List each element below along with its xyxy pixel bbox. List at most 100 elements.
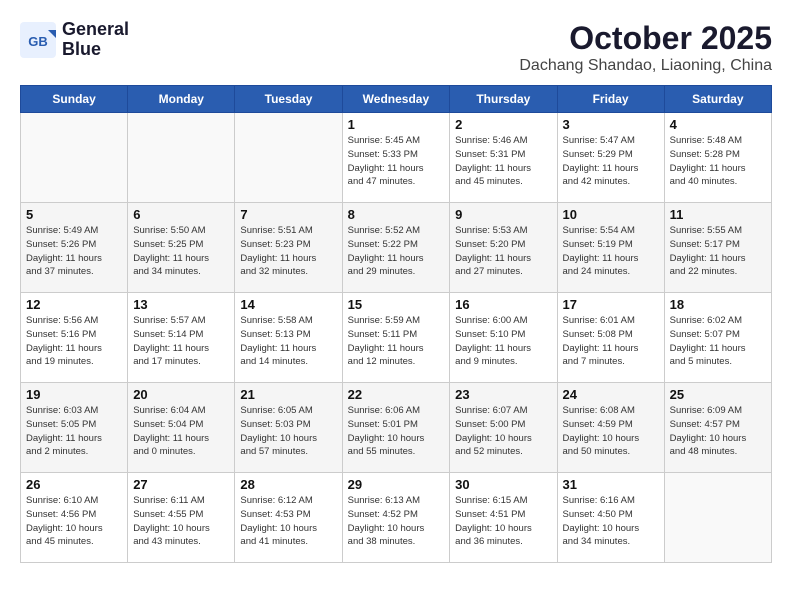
calendar-week-1: 1 Sunrise: 5:45 AM Sunset: 5:33 PM Daylig… <box>21 113 772 203</box>
day-cell-2: 2 Sunrise: 5:46 AM Sunset: 5:31 PM Daylig… <box>450 113 557 203</box>
weekday-header-sunday: Sunday <box>21 86 128 113</box>
day-number: 17 <box>563 297 659 312</box>
day-info: Sunrise: 6:09 AM Sunset: 4:57 PM Dayligh… <box>670 404 766 459</box>
logo-line1: General <box>62 20 129 40</box>
day-info: Sunrise: 5:46 AM Sunset: 5:31 PM Dayligh… <box>455 134 551 189</box>
day-number: 26 <box>26 477 122 492</box>
day-number: 19 <box>26 387 122 402</box>
day-info: Sunrise: 5:48 AM Sunset: 5:28 PM Dayligh… <box>670 134 766 189</box>
day-number: 6 <box>133 207 229 222</box>
page-header: GB General Blue October 2025 Dachang Sha… <box>20 20 772 75</box>
empty-cell <box>21 113 128 203</box>
day-info: Sunrise: 5:55 AM Sunset: 5:17 PM Dayligh… <box>670 224 766 279</box>
svg-text:GB: GB <box>28 34 48 49</box>
day-cell-4: 4Sunrise: 5:48 AM Sunset: 5:28 PM Daylig… <box>664 113 771 203</box>
day-number: 18 <box>670 297 766 312</box>
day-number: 16 <box>455 297 551 312</box>
day-number: 14 <box>240 297 336 312</box>
day-number: 3 <box>563 117 659 132</box>
day-info: Sunrise: 6:10 AM Sunset: 4:56 PM Dayligh… <box>26 494 122 549</box>
calendar-week-2: 5 Sunrise: 5:49 AM Sunset: 5:26 PM Daylig… <box>21 203 772 293</box>
day-number: 13 <box>133 297 229 312</box>
weekday-header-row: SundayMondayTuesdayWednesdayThursdayFrid… <box>21 86 772 113</box>
day-cell-17: 17 Sunrise: 6:01 AM Sunset: 5:08 PM Dayli… <box>557 293 664 383</box>
day-info: Sunrise: 5:50 AM Sunset: 5:25 PM Dayligh… <box>133 224 229 279</box>
day-cell-30: 30 Sunrise: 6:15 AM Sunset: 4:51 PM Dayli… <box>450 473 557 563</box>
day-cell-21: 21Sunrise: 6:05 AM Sunset: 5:03 PM Dayli… <box>235 383 342 473</box>
weekday-header-monday: Monday <box>128 86 235 113</box>
day-info: Sunrise: 5:45 AM Sunset: 5:33 PM Dayligh… <box>348 134 445 189</box>
day-info: Sunrise: 5:56 AM Sunset: 5:16 PM Dayligh… <box>26 314 122 369</box>
weekday-header-saturday: Saturday <box>664 86 771 113</box>
day-cell-29: 29 Sunrise: 6:13 AM Sunset: 4:52 PM Dayli… <box>342 473 450 563</box>
weekday-header-tuesday: Tuesday <box>235 86 342 113</box>
day-number: 15 <box>348 297 445 312</box>
day-info: Sunrise: 6:06 AM Sunset: 5:01 PM Dayligh… <box>348 404 445 459</box>
day-info: Sunrise: 6:07 AM Sunset: 5:00 PM Dayligh… <box>455 404 551 459</box>
calendar-week-3: 12 Sunrise: 5:56 AM Sunset: 5:16 PM Dayli… <box>21 293 772 383</box>
day-cell-31: 31 Sunrise: 6:16 AM Sunset: 4:50 PM Dayli… <box>557 473 664 563</box>
day-cell-25: 25 Sunrise: 6:09 AM Sunset: 4:57 PM Dayli… <box>664 383 771 473</box>
day-cell-5: 5 Sunrise: 5:49 AM Sunset: 5:26 PM Daylig… <box>21 203 128 293</box>
day-number: 31 <box>563 477 659 492</box>
day-number: 30 <box>455 477 551 492</box>
month-title: October 2025 <box>519 20 772 57</box>
logo: GB General Blue <box>20 20 129 60</box>
day-info: Sunrise: 5:53 AM Sunset: 5:20 PM Dayligh… <box>455 224 551 279</box>
calendar-table: SundayMondayTuesdayWednesdayThursdayFrid… <box>20 85 772 563</box>
day-number: 29 <box>348 477 445 492</box>
day-number: 11 <box>670 207 766 222</box>
day-info: Sunrise: 6:12 AM Sunset: 4:53 PM Dayligh… <box>240 494 336 549</box>
day-info: Sunrise: 5:59 AM Sunset: 5:11 PM Dayligh… <box>348 314 445 369</box>
day-number: 5 <box>26 207 122 222</box>
day-cell-3: 3 Sunrise: 5:47 AM Sunset: 5:29 PM Daylig… <box>557 113 664 203</box>
empty-cell <box>664 473 771 563</box>
day-info: Sunrise: 5:49 AM Sunset: 5:26 PM Dayligh… <box>26 224 122 279</box>
day-number: 9 <box>455 207 551 222</box>
day-number: 23 <box>455 387 551 402</box>
empty-cell <box>128 113 235 203</box>
day-number: 12 <box>26 297 122 312</box>
day-info: Sunrise: 6:00 AM Sunset: 5:10 PM Dayligh… <box>455 314 551 369</box>
title-block: October 2025 Dachang Shandao, Liaoning, … <box>519 20 772 75</box>
logo-icon: GB <box>20 22 56 58</box>
day-info: Sunrise: 6:01 AM Sunset: 5:08 PM Dayligh… <box>563 314 659 369</box>
day-cell-15: 15 Sunrise: 5:59 AM Sunset: 5:11 PM Dayli… <box>342 293 450 383</box>
day-cell-13: 13 Sunrise: 5:57 AM Sunset: 5:14 PM Dayli… <box>128 293 235 383</box>
day-cell-23: 23 Sunrise: 6:07 AM Sunset: 5:00 PM Dayli… <box>450 383 557 473</box>
day-number: 7 <box>240 207 336 222</box>
day-info: Sunrise: 6:02 AM Sunset: 5:07 PM Dayligh… <box>670 314 766 369</box>
weekday-header-friday: Friday <box>557 86 664 113</box>
day-cell-22: 22Sunrise: 6:06 AM Sunset: 5:01 PM Dayli… <box>342 383 450 473</box>
day-info: Sunrise: 6:03 AM Sunset: 5:05 PM Dayligh… <box>26 404 122 459</box>
day-cell-26: 26 Sunrise: 6:10 AM Sunset: 4:56 PM Dayli… <box>21 473 128 563</box>
day-info: Sunrise: 6:16 AM Sunset: 4:50 PM Dayligh… <box>563 494 659 549</box>
empty-cell <box>235 113 342 203</box>
day-info: Sunrise: 6:15 AM Sunset: 4:51 PM Dayligh… <box>455 494 551 549</box>
day-cell-9: 9 Sunrise: 5:53 AM Sunset: 5:20 PM Daylig… <box>450 203 557 293</box>
day-number: 8 <box>348 207 445 222</box>
day-cell-14: 14 Sunrise: 5:58 AM Sunset: 5:13 PM Dayli… <box>235 293 342 383</box>
day-info: Sunrise: 5:47 AM Sunset: 5:29 PM Dayligh… <box>563 134 659 189</box>
day-cell-16: 16 Sunrise: 6:00 AM Sunset: 5:10 PM Dayli… <box>450 293 557 383</box>
day-info: Sunrise: 5:57 AM Sunset: 5:14 PM Dayligh… <box>133 314 229 369</box>
day-cell-6: 6 Sunrise: 5:50 AM Sunset: 5:25 PM Daylig… <box>128 203 235 293</box>
day-number: 25 <box>670 387 766 402</box>
weekday-header-thursday: Thursday <box>450 86 557 113</box>
day-number: 1 <box>348 117 445 132</box>
day-cell-28: 28 Sunrise: 6:12 AM Sunset: 4:53 PM Dayli… <box>235 473 342 563</box>
day-cell-18: 18 Sunrise: 6:02 AM Sunset: 5:07 PM Dayli… <box>664 293 771 383</box>
day-number: 2 <box>455 117 551 132</box>
day-cell-24: 24Sunrise: 6:08 AM Sunset: 4:59 PM Dayli… <box>557 383 664 473</box>
day-number: 10 <box>563 207 659 222</box>
day-number: 24 <box>563 387 659 402</box>
day-number: 28 <box>240 477 336 492</box>
weekday-header-wednesday: Wednesday <box>342 86 450 113</box>
calendar-week-5: 26 Sunrise: 6:10 AM Sunset: 4:56 PM Dayli… <box>21 473 772 563</box>
day-cell-7: 7Sunrise: 5:51 AM Sunset: 5:23 PM Daylig… <box>235 203 342 293</box>
day-info: Sunrise: 5:58 AM Sunset: 5:13 PM Dayligh… <box>240 314 336 369</box>
day-cell-19: 19 Sunrise: 6:03 AM Sunset: 5:05 PM Dayli… <box>21 383 128 473</box>
location-title: Dachang Shandao, Liaoning, China <box>519 57 772 75</box>
logo-line2: Blue <box>62 40 129 60</box>
day-info: Sunrise: 6:13 AM Sunset: 4:52 PM Dayligh… <box>348 494 445 549</box>
